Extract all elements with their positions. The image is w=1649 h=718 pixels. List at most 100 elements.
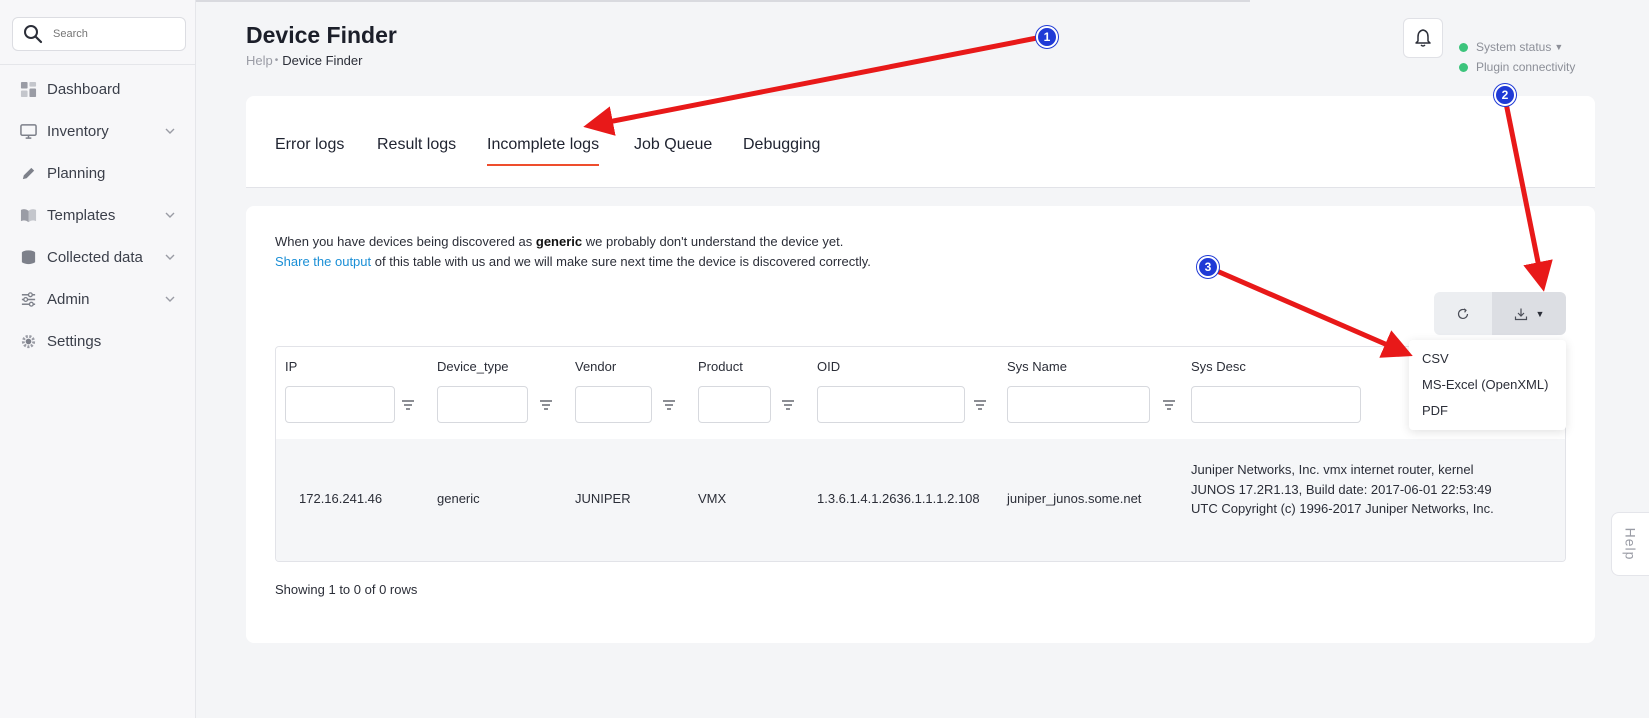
sidebar-nav: Dashboard Inventory Planning Templates C… <box>0 68 196 362</box>
chevron-down-icon[interactable] <box>164 251 176 263</box>
plugin-connectivity: Plugin connectivity <box>1459 60 1575 74</box>
annotation-badge: 2 <box>1494 84 1516 106</box>
sidebar-item-label: Templates <box>47 206 116 224</box>
sidebar-item-dashboard[interactable]: Dashboard <box>0 68 196 110</box>
filter-icon[interactable] <box>972 397 988 413</box>
chevron-down-icon[interactable] <box>164 293 176 305</box>
gear-icon <box>19 332 37 350</box>
column-header-product[interactable]: Product <box>698 359 743 374</box>
cell-oid: 1.3.6.1.4.1.2636.1.1.1.2.108 <box>817 491 980 506</box>
breadcrumb-current: Device Finder <box>282 53 363 68</box>
book-icon <box>19 206 37 224</box>
info-text-part: we probably don't understand the device … <box>582 234 844 249</box>
pencil-icon <box>19 164 37 182</box>
help-side-tab[interactable]: Help <box>1611 512 1649 576</box>
dashboard-icon <box>19 80 37 98</box>
cell-vendor: JUNIPER <box>575 491 631 506</box>
sidebar-item-templates[interactable]: Templates <box>0 194 196 236</box>
search-box[interactable] <box>12 17 186 51</box>
breadcrumb-parent[interactable]: Help <box>246 53 273 68</box>
export-dropdown-menu: CSV MS-Excel (OpenXML) PDF <box>1409 340 1566 430</box>
info-text-part: When you have devices being discovered a… <box>275 234 536 249</box>
sidebar-item-admin[interactable]: Admin <box>0 278 196 320</box>
annotation-badge: 1 <box>1036 26 1058 48</box>
help-tab-label: Help <box>1622 527 1639 561</box>
tab-error-logs[interactable]: Error logs <box>275 136 344 164</box>
sidebar-item-label: Inventory <box>47 122 109 140</box>
status-indicator <box>1459 62 1468 72</box>
sys-name-filter-input[interactable] <box>1007 386 1150 423</box>
chevron-down-icon[interactable] <box>164 209 176 221</box>
database-icon <box>19 248 37 266</box>
sys-desc-filter-input[interactable] <box>1191 386 1361 423</box>
sidebar-item-label: Dashboard <box>47 80 121 98</box>
export-excel[interactable]: MS-Excel (OpenXML) <box>1409 375 1566 401</box>
status-indicator <box>1459 42 1468 52</box>
system-status[interactable]: System status ▼ <box>1459 40 1563 54</box>
annotation-badge: 3 <box>1197 256 1219 278</box>
refresh-icon <box>1457 307 1469 319</box>
column-header-sys-desc[interactable]: Sys Desc <box>1191 359 1246 374</box>
tab-incomplete-logs[interactable]: Incomplete logs <box>487 136 600 166</box>
column-header-oid[interactable]: OID <box>817 359 840 374</box>
tab-job-queue[interactable]: Job Queue <box>634 136 712 164</box>
oid-filter-input[interactable] <box>817 386 965 423</box>
product-filter-input[interactable] <box>698 386 771 423</box>
cell-device-type: generic <box>437 491 480 506</box>
table-header: IP Device_type Vendor Product OID Sys Na… <box>276 347 1565 439</box>
tabs-bar: Error logs Result logs Incomplete logs J… <box>246 96 1595 188</box>
table-body: 172.16.241.46 generic JUNIPER VMX 1.3.6.… <box>276 439 1565 561</box>
sidebar-item-planning[interactable]: Planning <box>0 152 196 194</box>
sidebar-item-label: Admin <box>47 290 90 308</box>
column-header-sys-name[interactable]: Sys Name <box>1007 359 1067 374</box>
info-text-bold: generic <box>535 234 583 249</box>
filter-icon[interactable] <box>400 397 416 413</box>
sidebar-item-label: Settings <box>47 332 102 350</box>
sidebar-item-settings[interactable]: Settings <box>0 320 196 362</box>
info-text: When you have devices being discovered a… <box>275 232 871 272</box>
vendor-filter-input[interactable] <box>575 386 652 423</box>
sidebar: Dashboard Inventory Planning Templates <box>0 0 196 718</box>
cell-product: VMX <box>698 491 727 506</box>
filter-icon[interactable] <box>661 397 677 413</box>
cell-sys-name: juniper_junos.some.net <box>1007 491 1142 506</box>
monitor-icon <box>19 122 37 140</box>
sidebar-item-collected-data[interactable]: Collected data <box>0 236 196 278</box>
export-pdf[interactable]: PDF <box>1409 401 1566 427</box>
sliders-icon <box>19 290 37 308</box>
chevron-down-icon[interactable] <box>164 125 176 137</box>
filter-icon[interactable] <box>538 397 554 413</box>
device-type-filter-input[interactable] <box>437 386 528 423</box>
cell-sys-desc: Juniper Networks, Inc. vmx internet rout… <box>1191 462 1494 516</box>
bell-icon <box>1415 29 1431 47</box>
export-button[interactable]: ▼ <box>1492 292 1566 335</box>
sidebar-item-label: Collected data <box>47 248 143 266</box>
breadcrumb-separator: • <box>274 55 279 66</box>
export-csv[interactable]: CSV <box>1409 349 1566 375</box>
incomplete-logs-table: IP Device_type Vendor Product OID Sys Na… <box>275 346 1566 562</box>
sidebar-item-label: Planning <box>47 164 106 182</box>
table-toolbar: ▼ <box>1434 292 1566 335</box>
content-card: When you have devices being discovered a… <box>246 206 1595 643</box>
search-input[interactable] <box>53 28 173 40</box>
column-header-vendor[interactable]: Vendor <box>575 359 616 374</box>
breadcrumb: Help • Device Finder <box>246 53 362 68</box>
system-status-label: System status <box>1476 40 1552 54</box>
download-icon <box>1514 308 1527 320</box>
sidebar-item-inventory[interactable]: Inventory <box>0 110 196 152</box>
filter-icon[interactable] <box>1161 397 1177 413</box>
refresh-button[interactable] <box>1434 292 1492 335</box>
pagination-info: Showing 1 to 0 of 0 rows <box>275 582 418 597</box>
page-title: Device Finder <box>246 22 397 48</box>
sidebar-divider <box>0 64 196 65</box>
share-output-link[interactable]: Share the output <box>275 254 371 269</box>
notifications-button[interactable] <box>1403 18 1443 58</box>
column-header-ip[interactable]: IP <box>285 359 297 374</box>
ip-filter-input[interactable] <box>285 386 395 423</box>
tab-result-logs[interactable]: Result logs <box>377 136 456 164</box>
plugin-connectivity-label: Plugin connectivity <box>1476 60 1576 74</box>
filter-icon[interactable] <box>780 397 796 413</box>
column-header-device-type[interactable]: Device_type <box>437 359 509 374</box>
tab-debugging[interactable]: Debugging <box>743 136 820 164</box>
caret-down-icon: ▼ <box>1535 308 1545 319</box>
